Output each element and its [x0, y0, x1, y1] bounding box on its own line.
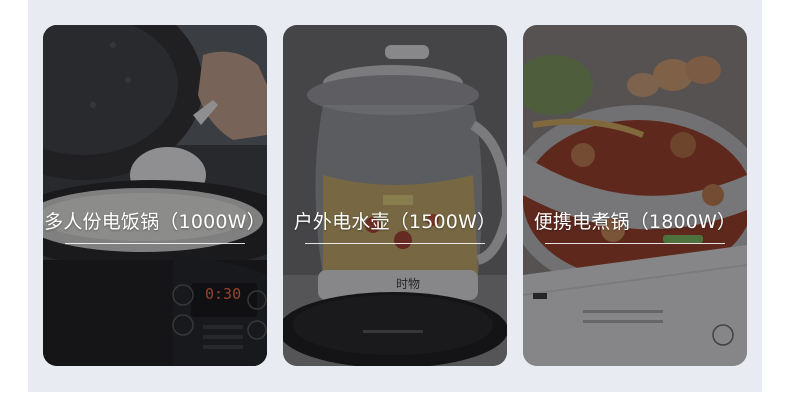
- card-label: 户外电水壶（1500W）: [293, 210, 497, 233]
- card-label: 多人份电饭锅（1000W）: [44, 210, 266, 233]
- label-underline: [65, 243, 245, 244]
- label-underline: [545, 243, 725, 244]
- hot-pot-card[interactable]: 便携电煮锅（1800W）: [523, 25, 747, 366]
- card-label: 便携电煮锅（1800W）: [533, 210, 737, 233]
- rice-cooker-card[interactable]: 0:30 多人份电饭锅（1000W）: [43, 25, 267, 366]
- label-underline: [305, 243, 485, 244]
- kettle-card[interactable]: 时物 户外电水壶（1500W）: [283, 25, 507, 366]
